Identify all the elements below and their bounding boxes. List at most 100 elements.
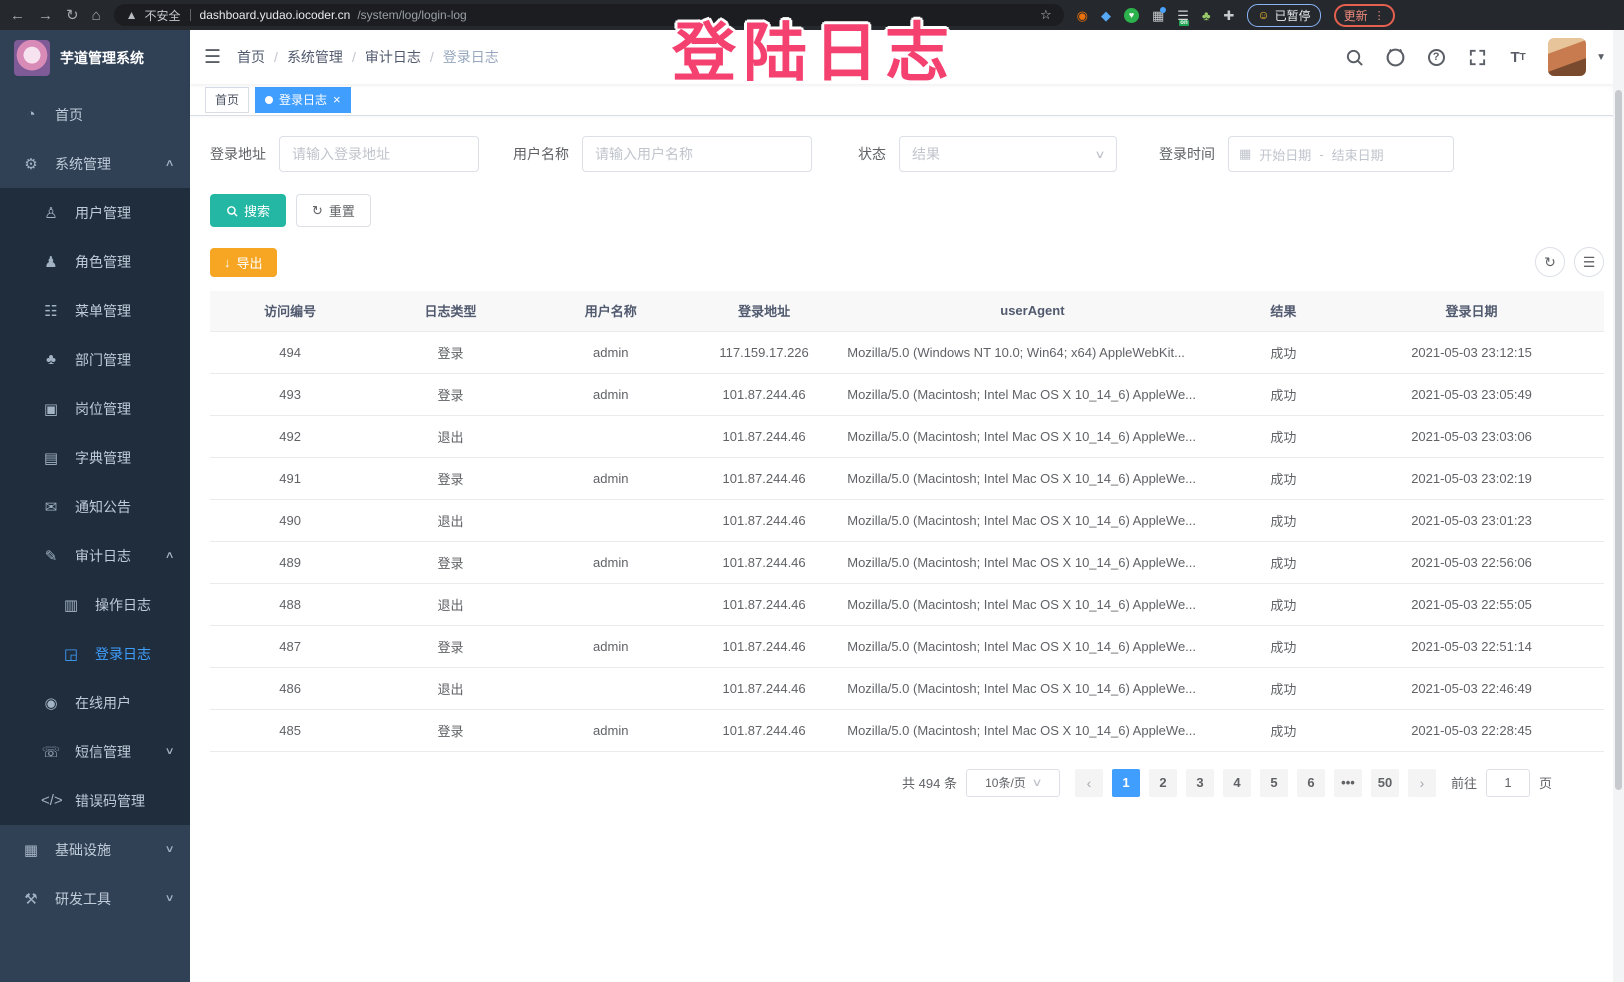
sidebar-item-dict[interactable]: ▤字典管理 [0, 433, 190, 482]
page-size-select[interactable]: 10条/页 ∨ [966, 769, 1060, 797]
table-row[interactable]: 491登录admin101.87.244.46Mozilla/5.0 (Maci… [210, 457, 1604, 499]
font-size-icon[interactable]: TT [1507, 46, 1529, 68]
login-time-range-picker[interactable]: ▦ 开始日期 - 结束日期 [1228, 136, 1454, 172]
extension-heart-icon[interactable]: ♥ [1124, 8, 1139, 23]
extensions-puzzle-icon[interactable]: ✚ [1223, 9, 1234, 22]
sidebar-item-login-log[interactable]: ◲登录日志 [0, 629, 190, 678]
status-select[interactable]: 结果 ∨ [899, 136, 1117, 172]
sidebar-item-user[interactable]: ♙用户管理 [0, 188, 190, 237]
breadcrumb-item[interactable]: 系统管理 [287, 47, 343, 67]
browser-forward-icon[interactable]: → [38, 8, 53, 23]
sidebar-item-notice[interactable]: ✉通知公告 [0, 482, 190, 531]
chevron-down-icon: ∨ [164, 746, 174, 757]
cell-type: 退出 [370, 583, 530, 625]
extension-leaf-icon[interactable]: ♣ [1202, 9, 1211, 22]
tag-active[interactable]: 登录日志× [255, 87, 351, 113]
fullscreen-icon[interactable] [1466, 46, 1488, 68]
browser-menu-kebab-icon[interactable]: ⋮ [1374, 9, 1385, 22]
table-row[interactable]: 485登录admin101.87.244.46Mozilla/5.0 (Maci… [210, 709, 1604, 751]
bookmark-star-icon[interactable]: ☆ [1040, 7, 1052, 23]
extension-orange-icon[interactable]: ◉ [1077, 9, 1088, 22]
paused-badge[interactable]: ☺ 已暂停 [1247, 4, 1320, 27]
prev-page-button[interactable]: ‹ [1075, 769, 1103, 797]
sidebar-item-peoples[interactable]: ♟角色管理 [0, 237, 190, 286]
extension-gem-icon[interactable]: ◆ [1101, 9, 1111, 22]
docs-help-icon[interactable]: ? [1425, 46, 1447, 68]
cell-time: 2021-05-03 23:01:23 [1339, 499, 1604, 541]
browser-update-button[interactable]: 更新 ⋮ [1334, 4, 1395, 27]
username-input[interactable] [582, 136, 812, 172]
cell-type: 登录 [370, 541, 530, 583]
sidebar-item-online-user[interactable]: ◉在线用户 [0, 678, 190, 727]
hamburger-icon[interactable]: ☰ [204, 46, 221, 69]
sidebar-item-label: 字典管理 [75, 448, 131, 468]
search-button[interactable]: 搜索 [210, 194, 286, 227]
operate-log-icon: ▥ [61, 596, 81, 614]
paused-badge-label: 已暂停 [1275, 7, 1311, 24]
browser-reload-icon[interactable]: ↻ [66, 8, 79, 23]
cell-type: 登录 [370, 625, 530, 667]
sidebar-item-post[interactable]: ▣岗位管理 [0, 384, 190, 433]
sidebar-item-gear[interactable]: ⚙系统管理∧ [0, 139, 190, 188]
calendar-icon: ▦ [1239, 146, 1251, 162]
table-row[interactable]: 486退出101.87.244.46Mozilla/5.0 (Macintosh… [210, 667, 1604, 709]
url-bar[interactable]: ▲ 不安全 dashboard.yudao.iocoder.cn/system/… [114, 4, 1064, 26]
sidebar-item-operate-log[interactable]: ▥操作日志 [0, 580, 190, 629]
page-button-4[interactable]: 4 [1223, 769, 1251, 797]
page-scrollbar[interactable] [1613, 30, 1624, 982]
avatar-caret-down-icon[interactable]: ▼ [1596, 52, 1606, 63]
table-row[interactable]: 493登录admin101.87.244.46Mozilla/5.0 (Maci… [210, 373, 1604, 415]
app-logo-row[interactable]: 芋道管理系统 [0, 30, 190, 86]
goto-page-input[interactable] [1486, 769, 1530, 797]
page-button-2[interactable]: 2 [1149, 769, 1177, 797]
sidebar-item-label: 基础设施 [55, 840, 111, 860]
page-button-5[interactable]: 5 [1260, 769, 1288, 797]
table-header-cell: 访问编号 [210, 291, 370, 331]
extension-grid-icon[interactable]: ▦ [1152, 9, 1164, 22]
table-row[interactable]: 487登录admin101.87.244.46Mozilla/5.0 (Maci… [210, 625, 1604, 667]
scrollbar-thumb[interactable] [1615, 90, 1622, 790]
breadcrumb-item[interactable]: 审计日志 [365, 47, 421, 67]
sidebar-item-dashboard[interactable]: ◔首页 [0, 90, 190, 139]
cell-user: admin [531, 709, 691, 751]
browser-home-icon[interactable]: ⌂ [92, 8, 101, 23]
extension-list-icon[interactable]: ☰on [1177, 9, 1189, 22]
github-icon[interactable] [1384, 46, 1406, 68]
sidebar-item-sms[interactable]: ☏短信管理∨ [0, 727, 190, 776]
table-columns-button[interactable]: ☰ [1574, 247, 1604, 277]
table-row[interactable]: 488退出101.87.244.46Mozilla/5.0 (Macintosh… [210, 583, 1604, 625]
export-button[interactable]: ↓ 导出 [210, 248, 277, 277]
page-button-3[interactable]: 3 [1186, 769, 1214, 797]
cell-ip: 101.87.244.46 [691, 373, 837, 415]
tag-close-icon[interactable]: × [333, 93, 341, 106]
reset-button[interactable]: ↻ 重置 [296, 194, 371, 227]
page-size-value: 10条/页 [985, 774, 1026, 791]
date-end-placeholder: 结束日期 [1332, 145, 1384, 164]
browser-back-icon[interactable]: ← [10, 8, 25, 23]
sidebar-item-tool[interactable]: ⚒研发工具∨ [0, 874, 190, 923]
search-icon[interactable] [1343, 46, 1365, 68]
cell-id: 493 [210, 373, 370, 415]
table-row[interactable]: 494登录admin117.159.17.226Mozilla/5.0 (Win… [210, 331, 1604, 373]
page-button-6[interactable]: 6 [1297, 769, 1325, 797]
login-address-input[interactable] [279, 136, 479, 172]
sidebar-item-infra[interactable]: ▦基础设施∨ [0, 825, 190, 874]
tag-item[interactable]: 首页 [205, 87, 249, 113]
page-button-50[interactable]: 50 [1371, 769, 1399, 797]
chevron-down-icon: ∨ [1094, 148, 1105, 161]
cell-agent: Mozilla/5.0 (Macintosh; Intel Mac OS X 1… [837, 541, 1227, 583]
table-row[interactable]: 492退出101.87.244.46Mozilla/5.0 (Macintosh… [210, 415, 1604, 457]
page-button-1[interactable]: 1 [1112, 769, 1140, 797]
sidebar-item-audit-log[interactable]: ✎审计日志∧ [0, 531, 190, 580]
next-page-button[interactable]: › [1408, 769, 1436, 797]
sidebar-item-menu-tree[interactable]: ☷菜单管理 [0, 286, 190, 335]
sidebar-item-error-code[interactable]: </>错误码管理 [0, 776, 190, 825]
table-refresh-button[interactable]: ↻ [1535, 247, 1565, 277]
page-ellipsis-button[interactable]: ••• [1334, 769, 1362, 797]
user-avatar[interactable] [1548, 38, 1586, 76]
table-row[interactable]: 489登录admin101.87.244.46Mozilla/5.0 (Maci… [210, 541, 1604, 583]
chevron-up-icon: ∧ [164, 550, 174, 561]
breadcrumb-item[interactable]: 首页 [237, 47, 265, 67]
sidebar-item-dept-tree[interactable]: ♣部门管理 [0, 335, 190, 384]
table-row[interactable]: 490退出101.87.244.46Mozilla/5.0 (Macintosh… [210, 499, 1604, 541]
